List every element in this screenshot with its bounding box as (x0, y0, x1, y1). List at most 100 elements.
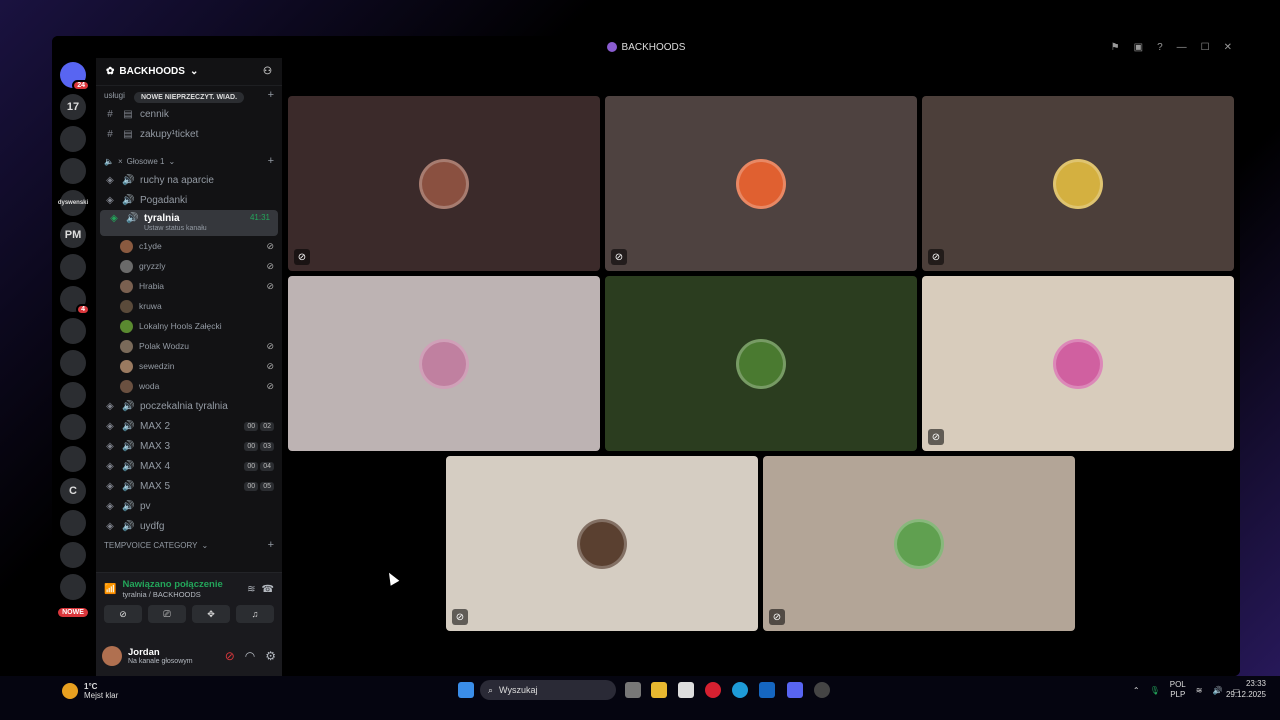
add-channel-icon[interactable]: + (268, 155, 274, 167)
close-button[interactable]: ✕ (1224, 42, 1232, 53)
participant-tile[interactable] (605, 276, 917, 451)
server-icon[interactable] (60, 574, 86, 600)
voice-member[interactable]: Lokalny Hools Załęcki (96, 316, 282, 336)
server-icon[interactable] (60, 350, 86, 376)
server-icon[interactable] (60, 318, 86, 344)
voice-location[interactable]: tyralnia / BACKHOODS (122, 590, 222, 599)
file-explorer-icon[interactable] (651, 682, 667, 698)
voice-member[interactable]: sewedzin ⊘ (96, 356, 282, 376)
disconnect-icon[interactable]: ☎ (262, 584, 274, 595)
task-view-icon[interactable] (625, 682, 641, 698)
server-list: 24 17 dyswenski PM 4 C NOWE (52, 58, 94, 676)
discord-icon[interactable] (787, 682, 803, 698)
server-17-icon[interactable]: 17 (60, 94, 86, 120)
language-code[interactable]: POL (1170, 680, 1186, 690)
microphone-muted-icon[interactable]: ⊘ (225, 649, 235, 663)
channel-row[interactable]: ◈ 🔊 MAX 5 00 05 (96, 476, 282, 496)
discord-home-icon[interactable]: 24 (60, 62, 90, 91)
title-bar: BACKHOODS ⚑ ▣ ? — ☐ ✕ (52, 36, 1240, 58)
opera-icon[interactable] (705, 682, 721, 698)
keyboard-layout[interactable]: PLP (1170, 690, 1186, 700)
channel-row[interactable]: # ▤ zakupy¹ticket (96, 124, 282, 144)
add-channel-icon[interactable]: + (268, 89, 274, 101)
soundboard-button[interactable]: ♫ (236, 605, 274, 623)
taskbar-search[interactable]: ⌕ Wyszukaj (480, 680, 616, 700)
clock[interactable]: 23:33 29.12.2025 (1226, 678, 1266, 700)
noise-suppression-icon[interactable]: ≋ (247, 584, 255, 595)
add-channel-icon[interactable]: + (268, 539, 274, 551)
outlook-icon[interactable] (759, 682, 775, 698)
signal-icon[interactable]: 📶 (104, 584, 116, 595)
wifi-icon[interactable]: ≋ (1196, 686, 1203, 695)
new-messages-pill[interactable]: NOWE (58, 608, 88, 617)
maximize-button[interactable]: ☐ (1201, 42, 1210, 53)
speaker-icon: 🔊 (122, 500, 135, 512)
server-icon[interactable] (60, 446, 86, 472)
camera-button[interactable]: ⊘ (104, 605, 142, 623)
server-icon[interactable] (60, 382, 86, 408)
participant-tile[interactable] (288, 276, 600, 451)
channel-row[interactable]: ◈ 🔊 uydfg (96, 516, 282, 536)
category-header[interactable]: TEMPVOICE CATEGORY ⌄ + (96, 536, 282, 554)
server-icon[interactable] (60, 254, 86, 280)
screen-share-button[interactable]: ⎚ (148, 605, 186, 623)
minimize-button[interactable]: — (1177, 42, 1187, 53)
weather-widget[interactable]: 1°C Mejst klar (62, 682, 118, 700)
server-header[interactable]: ✿ BACKHOODS ⌄ ⚇ (96, 58, 282, 86)
chrome-icon[interactable] (814, 682, 830, 698)
store-icon[interactable] (678, 682, 694, 698)
channel-row[interactable]: ◈ 🔊 pv (96, 496, 282, 516)
participant-tile[interactable]: ⊘ (288, 96, 600, 271)
server-icon[interactable] (60, 510, 86, 536)
avatar (736, 158, 786, 209)
member-name: woda (139, 381, 160, 391)
server-icon[interactable] (60, 414, 86, 440)
add-member-icon[interactable]: ⚇ (263, 66, 272, 77)
channel-row[interactable]: ◈ 🔊 Pogadanki (96, 190, 282, 210)
voice-member[interactable]: gryzzly ⊘ (96, 256, 282, 276)
edge-icon[interactable] (732, 682, 748, 698)
channel-row[interactable]: ◈ 🔊 MAX 2 00 02 (96, 416, 282, 436)
voice-member[interactable]: kruwa (96, 296, 282, 316)
participant-tile[interactable]: ⊘ (922, 96, 1234, 271)
server-icon[interactable]: C (60, 478, 86, 504)
voice-member[interactable]: woda ⊘ (96, 376, 282, 396)
server-icon[interactable]: dyswenski (58, 190, 88, 216)
avatar[interactable] (102, 646, 122, 666)
inbox-icon[interactable]: ▣ (1134, 42, 1143, 53)
voice-member[interactable]: Hrabia ⊘ (96, 276, 282, 296)
channel-row[interactable]: # ▤ cennik (96, 104, 282, 124)
server-icon[interactable] (60, 542, 86, 568)
volume-icon[interactable]: 🔊 (1212, 686, 1222, 695)
headphones-icon[interactable]: ◠ (245, 649, 255, 663)
channel-row[interactable]: ◈ 🔊 ruchy na aparcie (96, 170, 282, 190)
help-icon[interactable]: ? (1157, 42, 1163, 53)
username[interactable]: Jordan (128, 647, 193, 658)
active-voice-channel[interactable]: ◈ 🔊 tyralnia Ustaw status kanału 41:31 (100, 210, 278, 236)
server-icon[interactable]: 4 (60, 286, 90, 315)
clock-date: 29.12.2025 (1225, 690, 1266, 699)
server-icon[interactable] (60, 158, 86, 184)
participant-tile[interactable]: ⊘ (763, 456, 1075, 631)
channel-name: pv (140, 500, 151, 512)
settings-gear-icon[interactable]: ⚙ (265, 649, 276, 663)
participant-tile[interactable]: ⊘ (446, 456, 758, 631)
voice-member[interactable]: Polak Wodzu ⊘ (96, 336, 282, 356)
channel-row[interactable]: ◈ 🔊 poczekalnia tyralnia (96, 396, 282, 416)
voice-status[interactable]: Nawiązano połączenie (122, 579, 222, 590)
participant-tile[interactable]: ⊘ (605, 96, 917, 271)
microphone-icon[interactable]: 🎙 (1150, 686, 1160, 695)
server-icon[interactable]: PM (60, 222, 86, 248)
start-button[interactable] (458, 682, 474, 698)
unread-tooltip[interactable]: NOWE NIEPRZECZYT. WIAD. (134, 92, 245, 103)
activities-button[interactable]: ✥ (192, 605, 230, 623)
channel-row[interactable]: ◈ 🔊 MAX 3 00 03 (96, 436, 282, 456)
category-header[interactable]: 🔈 × Głosowe 1 ⌄ + (96, 152, 282, 170)
participant-tile[interactable]: ⊘ (922, 276, 1234, 451)
voice-member[interactable]: c1yde ⊘ (96, 236, 282, 256)
channel-row[interactable]: ◈ 🔊 MAX 4 00 04 (96, 456, 282, 476)
server-icon[interactable] (60, 126, 86, 152)
flag-icon[interactable]: ⚑ (1111, 42, 1120, 53)
channel-status[interactable]: Ustaw status kanału (144, 225, 207, 232)
chevron-up-icon[interactable]: ⌃ (1133, 686, 1140, 695)
